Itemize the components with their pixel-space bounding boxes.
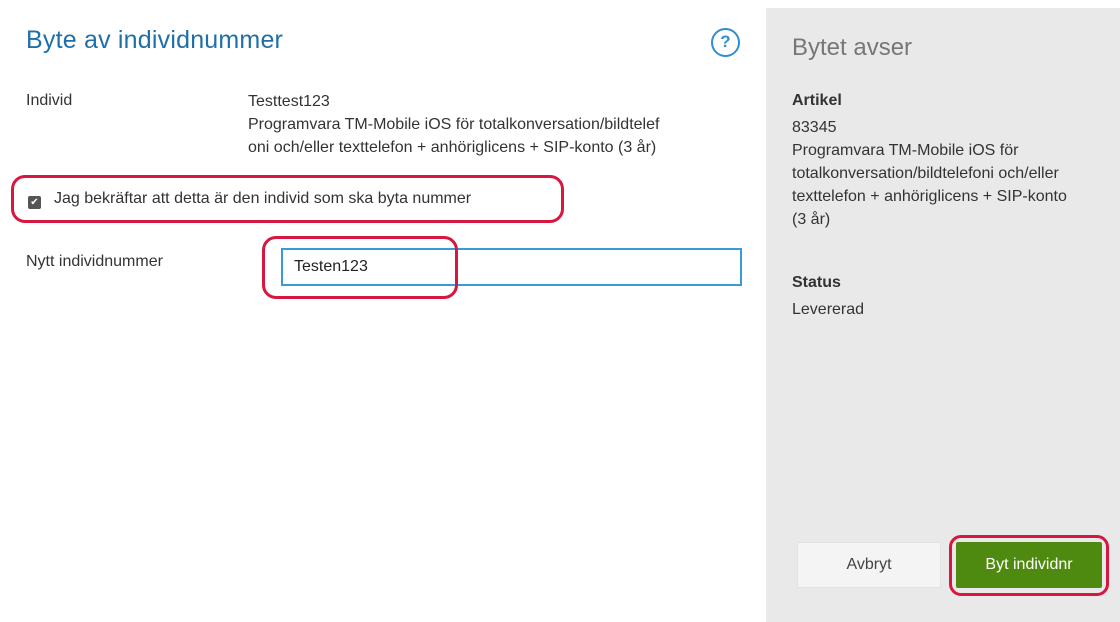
individ-description-line-1: Programvara TM-Mobile iOS för totalkonve…: [248, 116, 660, 133]
status-heading: Status: [792, 274, 841, 291]
individ-description-line-2: oni och/eller texttelefon + anhöriglicen…: [248, 139, 657, 156]
article-description-line-4: (3 år): [792, 211, 831, 228]
article-description-line-3: texttelefon + anhöriglicens + SIP-konto: [792, 188, 1067, 205]
new-number-input[interactable]: Testen123: [281, 248, 742, 286]
dialog-main-panel: Byte av individnummer ? Individ Testtest…: [0, 0, 766, 622]
article-heading: Artikel: [792, 92, 842, 109]
article-number: 83345: [792, 119, 837, 136]
submit-button[interactable]: Byt individnr: [956, 542, 1102, 588]
new-number-label: Nytt individnummer: [26, 253, 163, 270]
individ-name: Testtest123: [248, 93, 330, 110]
side-title: Bytet avser: [792, 34, 913, 61]
individ-label: Individ: [26, 92, 73, 109]
article-description-line-1: Programvara TM-Mobile iOS för: [792, 142, 1019, 159]
confirm-checkbox-row[interactable]: ✔ Jag bekräftar att detta är den individ…: [11, 175, 564, 223]
dialog-title: Byte av individnummer: [26, 26, 284, 54]
help-icon[interactable]: ?: [711, 28, 740, 57]
confirm-checkbox[interactable]: ✔: [28, 196, 41, 209]
article-description-line-2: totalkonversation/bildtelefoni och/eller: [792, 165, 1059, 182]
summary-side-panel: Bytet avser Artikel 83345 Programvara TM…: [766, 8, 1120, 622]
confirm-checkbox-label[interactable]: Jag bekräftar att detta är den individ s…: [54, 190, 471, 208]
status-value: Levererad: [792, 301, 865, 318]
cancel-button[interactable]: Avbryt: [797, 542, 941, 588]
